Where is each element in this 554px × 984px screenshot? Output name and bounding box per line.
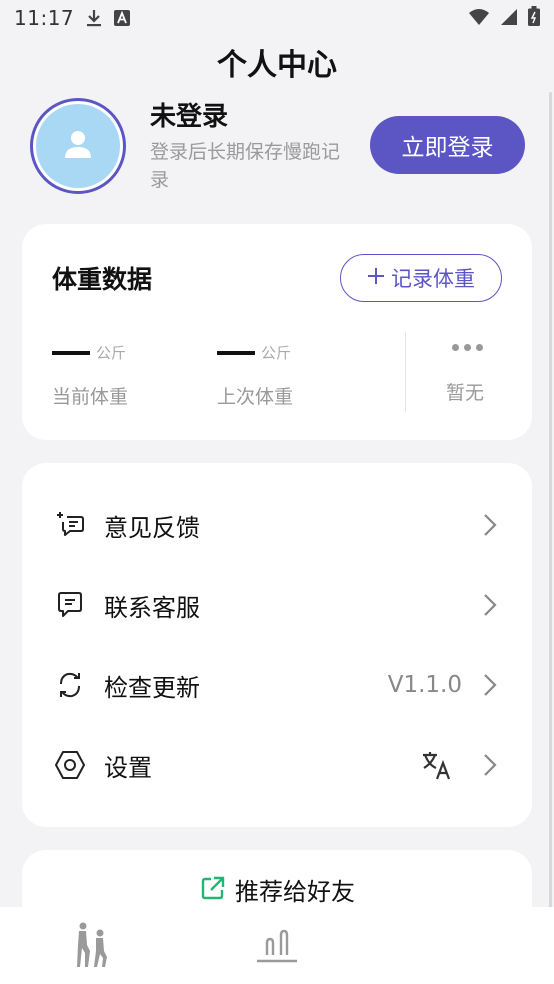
profile-description: 登录后长期保存慢跑记录 [150, 141, 341, 191]
page-title: 个人中心 [217, 48, 337, 83]
share-label: 推荐给好友 [235, 878, 355, 906]
signal-icon [500, 7, 518, 31]
user-icon [63, 129, 93, 163]
chat-icon [52, 587, 88, 623]
current-weight-label: 当前体重 [52, 386, 129, 408]
menu-label-customer-service: 联系客服 [104, 593, 200, 622]
status-right-icons [468, 6, 540, 31]
wifi-icon [468, 7, 490, 31]
menu-card: 意见反馈 联系客服 检查更新 V1.1.0 设置 [22, 463, 532, 827]
current-weight: 公斤 当前体重 [52, 342, 128, 408]
share-row[interactable]: 推荐给好友 [22, 872, 532, 907]
current-weight-value [52, 350, 90, 355]
menu-label-settings: 设置 [104, 753, 152, 782]
menu-label-check-update: 检查更新 [104, 673, 200, 702]
previous-weight-unit: 公斤 [261, 344, 292, 362]
bottom-nav [0, 907, 554, 984]
settings-icon [52, 747, 88, 783]
profile-name: 未登录 [150, 102, 229, 132]
menu-item-feedback[interactable]: 意见反馈 [22, 485, 532, 565]
scrollbar[interactable] [549, 92, 552, 922]
record-weight-button[interactable]: 记录体重 [340, 254, 502, 302]
avatar[interactable] [30, 98, 126, 194]
plus-icon [367, 266, 385, 290]
login-button[interactable]: 立即登录 [370, 116, 525, 174]
status-bar: 11:17 [0, 0, 554, 36]
previous-weight-label: 上次体重 [217, 386, 294, 408]
feedback-icon [52, 507, 88, 543]
divider [405, 332, 406, 412]
refresh-icon [52, 667, 88, 703]
more-dots-icon [452, 344, 483, 351]
chevron-right-icon [480, 591, 500, 619]
version-label: V1.1.0 [387, 672, 462, 698]
chevron-right-icon [480, 671, 500, 699]
previous-weight-value [217, 350, 255, 355]
menu-item-settings[interactable]: 设置 [22, 725, 532, 805]
none-label: 暂无 [446, 382, 485, 404]
chart-icon [255, 925, 299, 969]
record-weight-label: 记录体重 [391, 267, 475, 291]
share-icon [199, 874, 227, 906]
tab-stats[interactable] [247, 917, 307, 977]
menu-item-check-update[interactable]: 检查更新 V1.1.0 [22, 645, 532, 725]
menu-item-customer-service[interactable]: 联系客服 [22, 565, 532, 645]
runners-icon [72, 921, 112, 973]
battery-icon [528, 6, 540, 31]
download-icon [86, 9, 102, 27]
previous-weight: 公斤 上次体重 [217, 342, 293, 408]
tab-running[interactable] [62, 917, 122, 977]
chevron-right-icon [480, 751, 500, 779]
chevron-right-icon [480, 511, 500, 539]
weight-card: 体重数据 记录体重 公斤 当前体重 公斤 上次体重 暂无 [22, 224, 532, 440]
weight-title: 体重数据 [52, 265, 153, 294]
text-a-icon [114, 10, 131, 26]
current-weight-unit: 公斤 [96, 344, 127, 362]
menu-label-feedback: 意见反馈 [104, 513, 200, 542]
status-time: 11:17 [14, 6, 75, 30]
translate-icon[interactable] [420, 748, 454, 782]
profile-section: 未登录 登录后长期保存慢跑记录 立即登录 [0, 92, 554, 202]
